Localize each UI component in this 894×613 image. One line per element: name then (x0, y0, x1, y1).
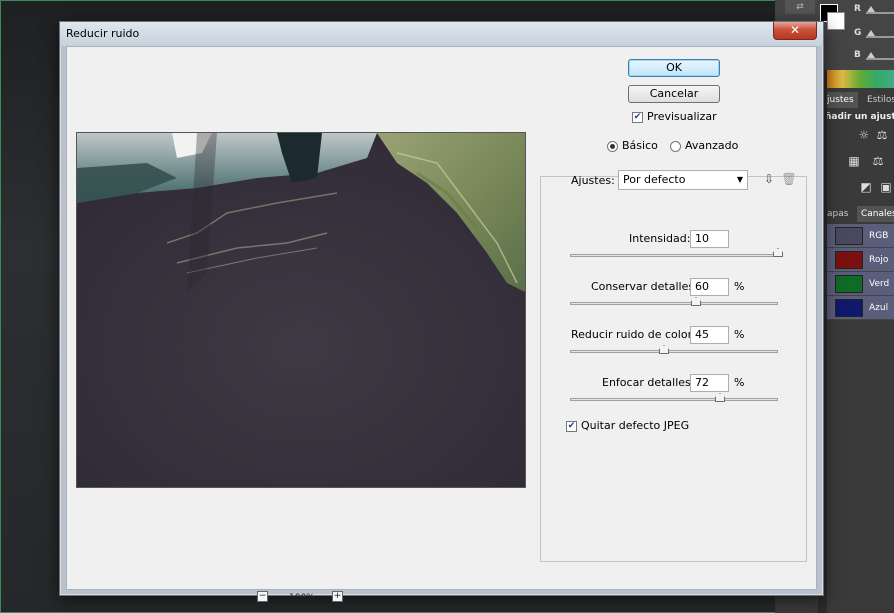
channel-label-b: B (854, 50, 861, 60)
color-spectrum-bar[interactable] (825, 70, 894, 88)
b-slider-thumb[interactable] (867, 52, 875, 58)
cave-photo (77, 133, 525, 487)
cancel-button[interactable]: Cancelar (628, 85, 720, 103)
add-adjustment-text: ñadir un ajust (825, 112, 894, 122)
channel-thumbnail (835, 251, 863, 269)
channel-label-g: G (854, 28, 862, 38)
close-button[interactable]: ✕ (773, 22, 817, 40)
channel-name: Rojo (869, 255, 889, 265)
preview-image[interactable] (76, 132, 526, 488)
channel-thumbnail (835, 227, 863, 245)
g-slider-track[interactable] (866, 36, 894, 38)
preserve-details-slider-track[interactable] (570, 302, 778, 305)
channel-row-rgb[interactable]: RGB (823, 224, 894, 248)
color-noise-unit: % (734, 328, 745, 341)
tab-capas[interactable]: apas (823, 206, 852, 222)
zoom-out-button[interactable]: − (257, 591, 268, 602)
mode-basic-radio[interactable] (607, 141, 618, 152)
channel-name: RGB (869, 231, 889, 241)
trash-icon[interactable]: 🗑 (781, 171, 797, 187)
tab-estilos[interactable]: Estilos (863, 92, 894, 108)
channel-thumbnail (835, 275, 863, 293)
preserve-details-input[interactable]: 60 (690, 278, 729, 296)
channel-row-verde[interactable]: Verd (823, 272, 894, 296)
tab-canales[interactable]: Canales (857, 206, 894, 222)
jpeg-artifact-checkbox[interactable]: ✔ (566, 421, 577, 432)
black-white-icon[interactable]: ⚖ (871, 154, 885, 168)
settings-label: Ajustes: (571, 174, 615, 187)
channel-row-azul[interactable]: Azul (823, 296, 894, 320)
r-slider-thumb[interactable] (867, 6, 875, 12)
preserve-details-label: Conservar detalles: (591, 280, 698, 293)
chevron-down-icon: ▼ (736, 175, 743, 184)
intensity-label: Intensidad: (629, 232, 691, 245)
sharpen-details-input[interactable]: 72 (690, 374, 729, 392)
sharpen-details-slider-track[interactable] (570, 398, 778, 401)
zoom-in-button[interactable]: + (332, 591, 343, 602)
b-slider-track[interactable] (866, 58, 894, 60)
intensity-input[interactable]: 10 (690, 230, 729, 248)
reduce-noise-dialog: Reducir ruido ✕ − 100% + OK Cancelar ✔ P… (59, 21, 824, 603)
photo-filter-icon[interactable]: ◩ (859, 180, 873, 194)
panel-collapse-icon[interactable]: ⇄ (785, 0, 815, 14)
g-slider-thumb[interactable] (867, 30, 875, 36)
mode-advanced-label: Avanzado (685, 139, 739, 152)
channel-name: Azul (869, 303, 889, 313)
r-slider-track[interactable] (866, 12, 894, 14)
sharpen-details-label: Enfocar detalles: (602, 376, 695, 389)
color-noise-input[interactable]: 45 (690, 326, 729, 344)
ok-button[interactable]: OK (628, 59, 720, 77)
preview-checkbox[interactable]: ✔ (632, 112, 643, 123)
dialog-title: Reducir ruido (66, 27, 140, 40)
levels-icon[interactable]: ⚖ (875, 128, 889, 142)
dialog-client-area: − 100% + OK Cancelar ✔ Previsualizar Bás… (66, 46, 817, 603)
settings-dropdown-value: Por defecto (623, 173, 686, 186)
save-settings-icon[interactable]: ⇩ (761, 171, 777, 187)
dialog-titlebar[interactable]: Reducir ruido ✕ (60, 22, 823, 46)
intensity-slider-track[interactable] (570, 254, 778, 257)
preview-label: Previsualizar (647, 110, 717, 123)
preserve-details-unit: % (734, 280, 745, 293)
sharpen-details-unit: % (734, 376, 745, 389)
tab-ajustes[interactable]: justes (823, 92, 858, 108)
mode-basic-label: Básico (622, 139, 658, 152)
color-balance-icon[interactable]: ▦ (847, 154, 861, 168)
color-noise-label: Reducir ruido de color: (571, 328, 696, 341)
channel-name: Verd (869, 279, 890, 289)
channel-thumbnail (835, 299, 863, 317)
channel-row-rojo[interactable]: Rojo (823, 248, 894, 272)
channel-label-r: R (854, 4, 861, 14)
color-noise-slider-track[interactable] (570, 350, 778, 353)
channel-mixer-icon[interactable]: ▣ (879, 180, 893, 194)
brightness-icon[interactable]: ☼ (857, 128, 871, 142)
mode-advanced-radio[interactable] (670, 141, 681, 152)
settings-dropdown[interactable]: Por defecto ▼ (618, 170, 748, 190)
jpeg-artifact-label: Quitar defecto JPEG (581, 419, 690, 432)
background-color-swatch[interactable] (827, 12, 845, 30)
zoom-level: 100% (289, 593, 315, 603)
